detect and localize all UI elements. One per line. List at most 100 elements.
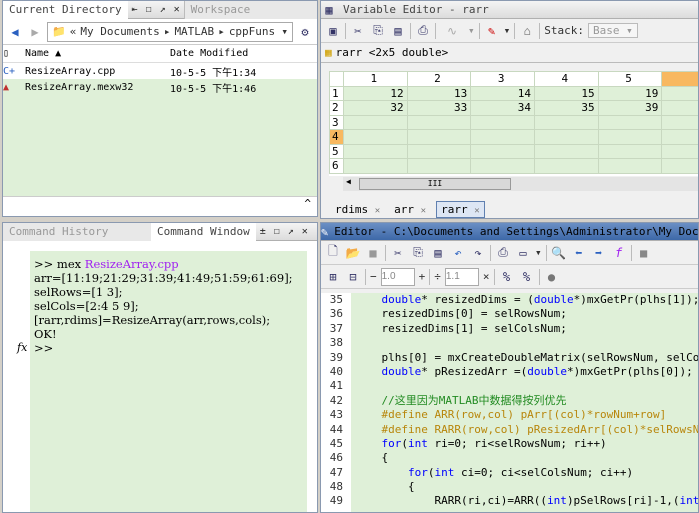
increment-icon[interactable]: +: [419, 270, 426, 283]
grid-cell[interactable]: [661, 129, 698, 145]
scroll-thumb[interactable]: III: [359, 178, 511, 190]
grid-cell[interactable]: 14: [470, 85, 535, 101]
grid-cell[interactable]: [533, 129, 599, 145]
popout-icon[interactable]: ↗: [284, 226, 298, 237]
cell-info-icon[interactable]: ●: [544, 269, 560, 285]
function-icon[interactable]: f: [611, 245, 627, 261]
grid-cell[interactable]: [661, 114, 698, 130]
column-header[interactable]: 2: [406, 71, 472, 87]
column-header[interactable]: 4: [533, 71, 599, 87]
row-header[interactable]: 1: [329, 85, 344, 101]
grid-cell[interactable]: 15: [533, 85, 599, 101]
grid-cell[interactable]: [342, 158, 408, 174]
popout-icon[interactable]: ↗: [156, 4, 170, 15]
variable-tab-rdims[interactable]: rdims ✕: [331, 202, 384, 217]
grid-cell[interactable]: [533, 143, 599, 159]
path-segment[interactable]: cppFuns: [229, 25, 275, 38]
column-header[interactable]: [661, 71, 698, 87]
details-toggle[interactable]: ^: [3, 196, 317, 216]
delete-variable-icon[interactable]: ⌂: [519, 23, 535, 39]
grid-cell[interactable]: 35: [533, 100, 599, 116]
tab-current-directory[interactable]: Current Directory: [3, 1, 128, 19]
find-icon[interactable]: 🔍: [551, 245, 567, 261]
cut-icon[interactable]: ✂: [350, 23, 366, 39]
path-segment[interactable]: MATLAB: [174, 25, 214, 38]
grid-cell[interactable]: 39: [597, 100, 663, 116]
column-name[interactable]: Name ▲: [25, 48, 170, 59]
cut-icon[interactable]: ✂: [390, 245, 406, 261]
row-header[interactable]: 5: [329, 143, 344, 159]
copy-icon[interactable]: ⎘: [370, 23, 386, 39]
grid-cell[interactable]: 34: [470, 100, 535, 116]
tab-workspace[interactable]: Workspace: [183, 1, 317, 19]
grid-cell[interactable]: [533, 158, 599, 174]
grid-cell[interactable]: 33: [406, 100, 472, 116]
grid-cell[interactable]: [406, 114, 472, 130]
grid-cell[interactable]: 13: [406, 85, 472, 101]
cell-minus-input[interactable]: [380, 267, 415, 286]
open-icon[interactable]: 📂: [345, 245, 361, 261]
scroll-left-icon[interactable]: ◀: [346, 177, 351, 186]
code-area[interactable]: 35 double* resizedDims = (double*)mxGetP…: [321, 293, 698, 512]
grid-cell[interactable]: 12: [342, 85, 408, 101]
grid-cell[interactable]: [597, 158, 663, 174]
path-dropdown[interactable]: 📁 « My Documents ▸ MATLAB ▸ cppFuns ▾: [47, 21, 293, 42]
row-header[interactable]: 2: [329, 100, 344, 116]
grid-cell[interactable]: [406, 129, 472, 145]
plot-icon[interactable]: ∿: [440, 23, 464, 39]
file-row[interactable]: C+ ResizeArray.cpp 10-5-5 下午1:34: [3, 63, 317, 79]
decrement-icon[interactable]: −: [370, 270, 377, 283]
back-icon[interactable]: ⬅: [571, 245, 587, 261]
cell-divide-input[interactable]: [444, 267, 479, 286]
column-header[interactable]: 1: [342, 71, 408, 87]
row-header[interactable]: 6: [329, 158, 344, 174]
command-output[interactable]: >> mex ResizeArray.cpp arr=[11:19;21:29;…: [30, 251, 307, 512]
grid-cell[interactable]: [597, 114, 663, 130]
grid-cell[interactable]: [406, 158, 472, 174]
grid-cell[interactable]: [406, 143, 472, 159]
undo-icon[interactable]: ↶: [450, 245, 466, 261]
grid-cell[interactable]: [661, 100, 698, 116]
horizontal-scrollbar[interactable]: ◀ III: [343, 177, 698, 191]
tab-command-window[interactable]: Command Window: [151, 223, 256, 241]
grid-cell[interactable]: 19: [597, 85, 663, 101]
variable-grid[interactable]: 1 2 3 4 5 1 12 13 14 15 19 2 32 33 34 35 39 3 4 5 6: [329, 71, 698, 176]
evaluate-cell-icon[interactable]: ⊟: [345, 269, 361, 285]
grid-cell[interactable]: [597, 129, 663, 145]
grid-cell[interactable]: [597, 143, 663, 159]
grid-cell[interactable]: [342, 114, 408, 130]
command-prompt[interactable]: >>: [34, 341, 303, 355]
gear-icon[interactable]: ⚙: [297, 24, 313, 40]
insert-cell-icon[interactable]: ⊞: [325, 269, 341, 285]
copy-icon[interactable]: ⎘: [410, 245, 426, 261]
close-icon[interactable]: ✕: [421, 206, 426, 216]
breakpoint-icon[interactable]: ■: [636, 245, 652, 261]
save-icon[interactable]: ■: [365, 245, 381, 261]
dock-icon[interactable]: ±: [256, 226, 270, 237]
new-file-icon[interactable]: 🗋: [325, 244, 341, 261]
grid-cell[interactable]: [470, 143, 535, 159]
grid-cell[interactable]: [342, 129, 408, 145]
import-icon[interactable]: ▣: [325, 23, 341, 39]
maximize-icon[interactable]: ☐: [142, 4, 156, 15]
grid-cell[interactable]: [661, 85, 698, 101]
back-icon[interactable]: ◀: [7, 24, 23, 40]
row-header[interactable]: 3: [329, 114, 344, 130]
column-header[interactable]: 5: [597, 71, 663, 87]
percent-remove-icon[interactable]: %: [519, 269, 535, 285]
close-icon[interactable]: ✕: [170, 4, 184, 15]
grid-cell[interactable]: 32: [342, 100, 408, 116]
variable-tab-arr[interactable]: arr ✕: [390, 202, 430, 217]
grid-cell[interactable]: [661, 143, 698, 159]
percent-add-icon[interactable]: %: [499, 269, 515, 285]
grid-cell[interactable]: [470, 129, 535, 145]
divide-icon[interactable]: ÷: [434, 270, 441, 283]
grid-cell[interactable]: [342, 143, 408, 159]
row-header[interactable]: 4: [329, 129, 344, 145]
chevron-down-icon[interactable]: ▾: [281, 25, 288, 38]
grid-cell[interactable]: [533, 114, 599, 130]
tab-command-history[interactable]: Command History: [3, 223, 151, 241]
close-icon[interactable]: ✕: [298, 226, 312, 237]
path-segment[interactable]: My Documents: [80, 25, 159, 38]
multiply-icon[interactable]: ×: [483, 270, 490, 283]
